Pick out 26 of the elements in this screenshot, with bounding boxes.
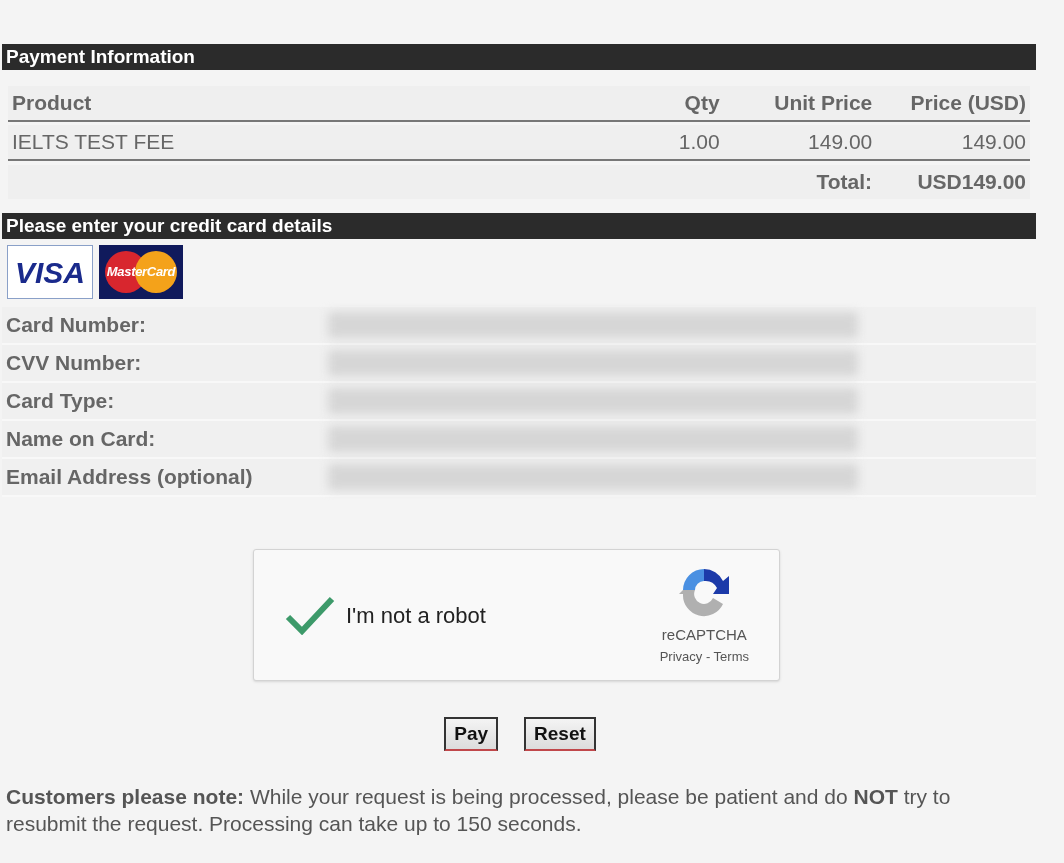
captcha-label: I'm not a robot <box>346 601 487 630</box>
mastercard-logo: MasterCard <box>99 245 183 299</box>
column-header: Product <box>8 86 569 120</box>
checkmark-icon[interactable] <box>284 595 336 635</box>
field-label: Email Address (optional) <box>5 464 254 491</box>
section-header: Payment Information <box>2 44 1036 70</box>
table-cell: 1.00 <box>568 125 724 159</box>
field-label: Card Type: <box>5 388 116 415</box>
total-value: USD149.00 <box>916 169 1027 195</box>
field-label: Card Number: <box>5 312 148 339</box>
column-header: Qty <box>568 86 724 120</box>
total-label: Total: <box>815 169 873 195</box>
form-button[interactable]: Reset <box>524 717 596 751</box>
notice-text: Customers please note: While your request is being processed, please be patient and do NOT try to resubmit the request. Processing can take up to 150 seconds. <box>6 784 952 837</box>
table-cell: 149.00 <box>723 125 877 159</box>
captcha-links[interactable]: Privacy - Terms <box>659 646 749 666</box>
section-header: Please enter your credit card details <box>2 213 1036 239</box>
column-header: Unit Price <box>723 86 877 120</box>
field-label: CVV Number: <box>5 350 143 377</box>
captcha-brand: reCAPTCHA <box>661 625 747 645</box>
field-label: Name on Card: <box>5 426 157 453</box>
visa-logo: VISA <box>7 245 93 299</box>
table-cell: 149.00 <box>876 125 1030 159</box>
table-cell: IELTS TEST FEE <box>8 125 569 159</box>
column-header: Price (USD) <box>876 86 1030 120</box>
form-button[interactable]: Pay <box>444 717 499 751</box>
